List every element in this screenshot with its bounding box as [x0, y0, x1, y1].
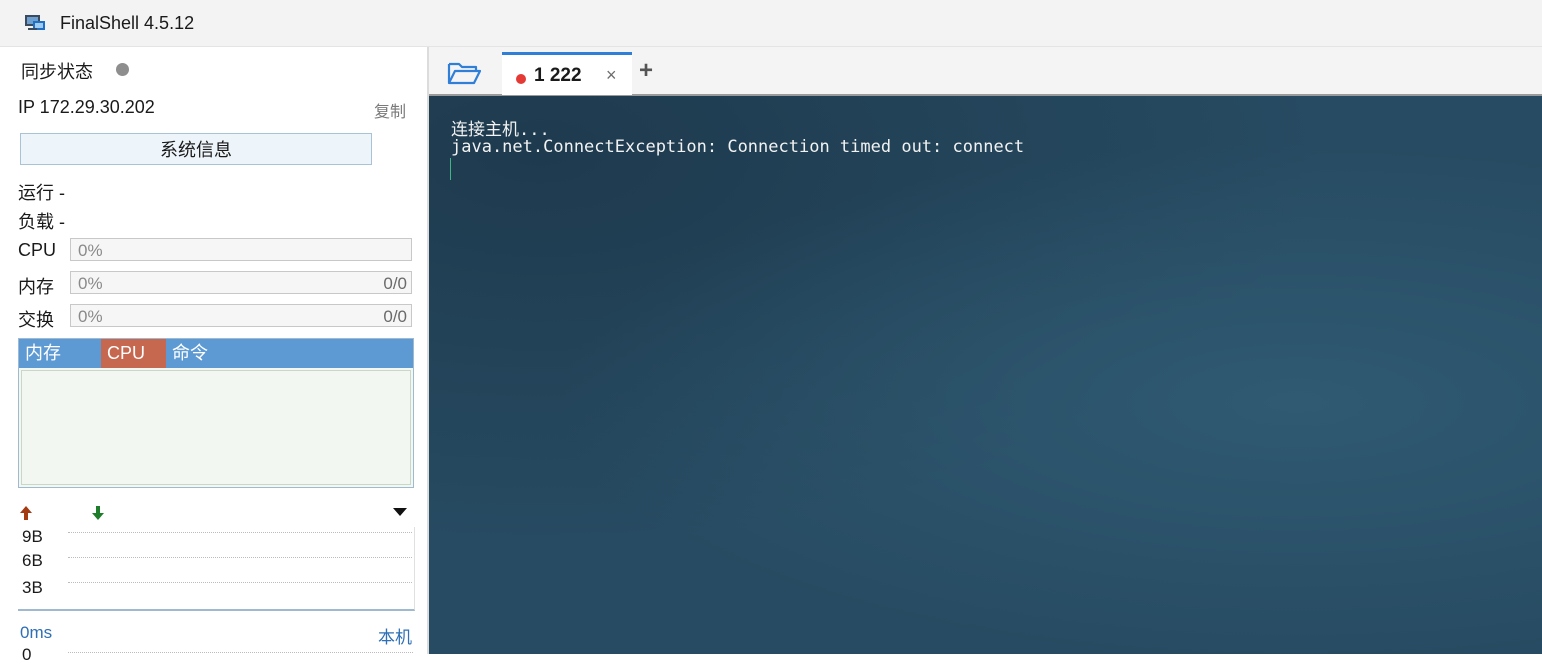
- arrow-up-icon: [20, 506, 32, 520]
- finalshell-app-icon: [25, 15, 45, 30]
- network-tick: 3B: [22, 578, 43, 597]
- swap-ratio: 0/0: [383, 307, 407, 326]
- swap-label: 交换: [18, 310, 54, 330]
- tab-session[interactable]: 1 222 ×: [502, 52, 632, 95]
- network-tick: 6B: [22, 551, 43, 570]
- memory-meter: 0% 0/0: [70, 271, 412, 294]
- arrow-down-icon: [92, 506, 104, 520]
- network-gridline: [68, 582, 412, 583]
- tab-label: 1 222: [534, 65, 582, 86]
- load-label: 负载 -: [18, 212, 65, 232]
- uptime-label: 运行 -: [18, 183, 65, 203]
- ping-target[interactable]: 本机: [378, 623, 412, 648]
- network-tick: 9B: [22, 527, 43, 546]
- chevron-down-icon[interactable]: [392, 507, 408, 517]
- memory-ratio: 0/0: [383, 274, 407, 293]
- process-list[interactable]: [21, 370, 411, 485]
- network-gridline: [68, 557, 412, 558]
- sidebar: 同步状态 IP 172.29.30.202 复制 系统信息 运行 - 负载 - …: [0, 47, 429, 664]
- process-table-header: 内存 CPU 命令: [19, 339, 413, 368]
- ping-latency: 0ms: [20, 623, 53, 642]
- ping-tick: 0: [22, 645, 32, 664]
- column-command[interactable]: 命令: [166, 339, 366, 368]
- title-bar: FinalShell 4.5.12: [0, 0, 1542, 47]
- memory-percent: 0%: [78, 274, 103, 293]
- terminal[interactable]: 连接主机... java.net.ConnectException: Conne…: [429, 96, 1542, 654]
- column-cpu[interactable]: CPU: [101, 339, 166, 368]
- folder-open-icon[interactable]: [447, 60, 481, 86]
- sync-status-indicator: [116, 63, 129, 76]
- copy-ip-button[interactable]: 复制: [374, 98, 406, 122]
- tab-bar: 1 222 × +: [429, 47, 1542, 96]
- memory-label: 内存: [18, 277, 54, 297]
- ping-gridline: [68, 652, 413, 653]
- connection-status-dot: [516, 74, 526, 84]
- terminal-line: java.net.ConnectException: Connection ti…: [451, 137, 1025, 157]
- cpu-percent: 0%: [78, 241, 103, 260]
- cpu-label: CPU: [18, 240, 57, 260]
- network-chart: 9B 6B 3B: [18, 527, 415, 611]
- window-title: FinalShell 4.5.12: [60, 13, 195, 33]
- sync-status-label: 同步状态: [21, 62, 93, 82]
- add-tab-button[interactable]: +: [639, 57, 653, 85]
- system-info-button[interactable]: 系统信息: [20, 133, 372, 165]
- network-gridline: [68, 532, 412, 533]
- ip-address: IP 172.29.30.202: [18, 97, 155, 117]
- close-icon[interactable]: ×: [606, 65, 617, 86]
- column-memory[interactable]: 内存: [19, 339, 101, 368]
- swap-meter: 0% 0/0: [70, 304, 412, 327]
- swap-percent: 0%: [78, 307, 103, 326]
- terminal-cursor: [450, 158, 451, 180]
- process-table: 内存 CPU 命令: [18, 338, 414, 488]
- cpu-meter: 0%: [70, 238, 412, 261]
